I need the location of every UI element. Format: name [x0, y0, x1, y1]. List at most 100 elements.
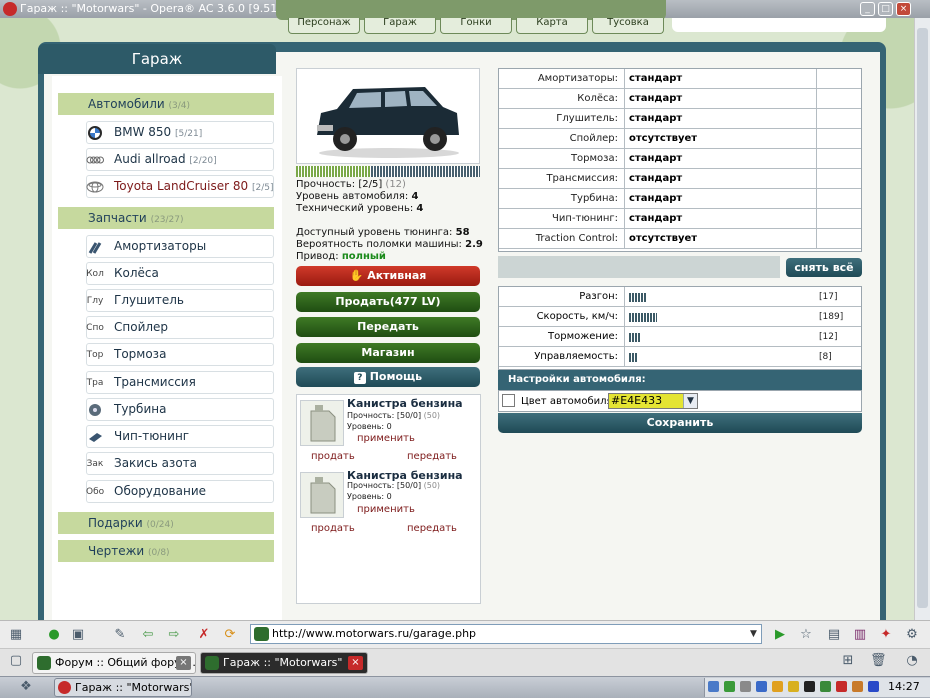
- nav-races[interactable]: Гонки: [440, 18, 512, 34]
- part-name: Амортизаторы:: [499, 69, 625, 89]
- print-icon[interactable]: ▥: [852, 627, 868, 643]
- parts-slot-bar: [498, 256, 780, 278]
- performance-row: Управляемость: [8]: [499, 347, 861, 367]
- nav-map[interactable]: Карта: [516, 18, 588, 34]
- tray-icon[interactable]: [756, 681, 767, 692]
- sidebar-part-chip[interactable]: Чип-тюнинг: [86, 425, 274, 448]
- part-name: Трансмиссия:: [499, 169, 625, 189]
- color-select[interactable]: #E4E433 ▼: [608, 393, 698, 409]
- close-tab-icon[interactable]: ×: [348, 656, 363, 670]
- top-navigation: [276, 0, 666, 20]
- address-dropdown-icon[interactable]: ▼: [746, 625, 761, 643]
- tray-icon[interactable]: [788, 681, 799, 692]
- notes-icon[interactable]: ▤: [826, 627, 842, 643]
- go-icon[interactable]: ▶: [772, 627, 788, 643]
- tab-forum[interactable]: Форум :: Общий форум ... ×: [32, 652, 196, 674]
- nav-party[interactable]: Тусовка: [592, 18, 664, 34]
- nav-garage[interactable]: Гараж: [364, 18, 436, 34]
- save-button[interactable]: Сохранить: [498, 413, 862, 433]
- sidebar-head-drawings[interactable]: Чертежи (0/8): [58, 540, 274, 562]
- pin-icon[interactable]: ✦: [878, 627, 894, 643]
- part-row: Тормоза: стандарт: [499, 149, 861, 169]
- item-give-link[interactable]: передать: [407, 523, 457, 534]
- apply-link[interactable]: применить: [357, 433, 415, 444]
- part-value[interactable]: отсутствует: [627, 129, 817, 149]
- tray-icon[interactable]: [772, 681, 783, 692]
- apply-link[interactable]: применить: [357, 504, 415, 515]
- sidebar-part-nitro[interactable]: Зак Закись азота: [86, 452, 274, 475]
- new-tab-icon[interactable]: ▢: [8, 653, 24, 669]
- trash-icon[interactable]: 🗑: [870, 653, 887, 669]
- sidebar-part-transmission[interactable]: Тра Трансмиссия: [86, 371, 274, 394]
- panels-icon[interactable]: ▦: [8, 627, 24, 643]
- sidebar-part-turbine[interactable]: Турбина: [86, 398, 274, 421]
- sidebar-head-cars[interactable]: Автомобили (3/4): [58, 93, 274, 115]
- inventory-item: Канистра бензина Прочность: [50/0] (50) …: [297, 467, 480, 539]
- stop-icon[interactable]: ✗: [196, 627, 212, 643]
- installed-parts-table: Амортизаторы: стандарт Колёса: стандарт Глуш…: [498, 68, 862, 252]
- tray-icon[interactable]: [724, 681, 735, 692]
- tray-icon[interactable]: [804, 681, 815, 692]
- tray-icon[interactable]: [708, 681, 719, 692]
- speed-dial-icon[interactable]: ◔: [904, 653, 920, 669]
- color-checkbox[interactable]: [502, 394, 515, 407]
- part-row: Колёса: стандарт: [499, 89, 861, 109]
- sidebar-part-spoiler[interactable]: Спо Спойлер: [86, 316, 274, 339]
- part-value[interactable]: отсутствует: [627, 229, 817, 249]
- settings-icon[interactable]: ⚙: [904, 627, 920, 643]
- sidebar-part-equipment[interactable]: Обо Оборудование: [86, 480, 274, 503]
- reload-icon[interactable]: ⟳: [222, 627, 238, 643]
- page-scrollbar[interactable]: [914, 18, 930, 620]
- item-sell-link[interactable]: продать: [311, 523, 355, 534]
- sidebar-part-shocks[interactable]: Амортизаторы: [86, 235, 274, 258]
- image-icon[interactable]: ▣: [70, 627, 86, 643]
- part-name: Колёса:: [499, 89, 625, 109]
- bookmark-star-icon[interactable]: ☆: [798, 627, 814, 643]
- part-value[interactable]: стандарт: [627, 109, 817, 129]
- sidebar-car-toyota[interactable]: Toyota LandCruiser 80 [2/5]: [86, 175, 274, 198]
- pen-icon[interactable]: ✎: [112, 627, 128, 643]
- close-window-button[interactable]: ×: [896, 2, 911, 16]
- tray-icon[interactable]: [740, 681, 751, 692]
- nav-character[interactable]: Персонаж: [288, 18, 360, 34]
- sidebar-head-gifts[interactable]: Подарки (0/24): [58, 512, 274, 534]
- sell-car-button[interactable]: Продать(477 LV): [296, 292, 480, 312]
- maximize-button[interactable]: □: [878, 2, 893, 16]
- address-text[interactable]: http://www.motorwars.ru/garage.php: [272, 627, 476, 640]
- start-icon[interactable]: ❖: [18, 679, 34, 695]
- part-value[interactable]: стандарт: [627, 69, 817, 89]
- part-value[interactable]: стандарт: [627, 169, 817, 189]
- part-value[interactable]: стандарт: [627, 209, 817, 229]
- shop-button[interactable]: Магазин: [296, 343, 480, 363]
- part-value[interactable]: стандарт: [627, 89, 817, 109]
- minimize-button[interactable]: _: [860, 2, 875, 16]
- chip-icon: [86, 429, 104, 445]
- back-icon[interactable]: ⇦: [140, 627, 156, 643]
- item-give-link[interactable]: передать: [407, 451, 457, 462]
- sidebar-part-muffler[interactable]: Глу Глушитель: [86, 289, 274, 312]
- tray-icon[interactable]: [868, 681, 879, 692]
- part-value[interactable]: стандарт: [627, 189, 817, 209]
- help-button[interactable]: ? Помощь: [296, 367, 480, 387]
- sidebar-part-wheels[interactable]: Кол Колёса: [86, 262, 274, 285]
- tab-tools-icon[interactable]: ⊞: [840, 653, 856, 669]
- spoiler-icon: Спо: [86, 323, 104, 333]
- item-sell-link[interactable]: продать: [311, 451, 355, 462]
- sidebar-car-audi[interactable]: Audi allroad [2/20]: [86, 148, 274, 171]
- forward-icon[interactable]: ⇨: [166, 627, 182, 643]
- sidebar-part-brakes[interactable]: Тор Тормоза: [86, 343, 274, 366]
- active-button[interactable]: ✋ Активная: [296, 266, 480, 286]
- taskbar-opera-window[interactable]: Гараж :: "Motorwars" ...: [54, 678, 192, 697]
- sidebar-car-bmw[interactable]: BMW 850 [5/21]: [86, 121, 274, 144]
- tray-icon[interactable]: [852, 681, 863, 692]
- opera-icon: [58, 681, 71, 694]
- sidebar-head-parts[interactable]: Запчасти (23/27): [58, 207, 274, 229]
- remove-all-button[interactable]: снять всё: [786, 258, 862, 277]
- tray-icon[interactable]: [820, 681, 831, 692]
- transfer-car-button[interactable]: Передать: [296, 317, 480, 337]
- close-tab-icon[interactable]: ×: [176, 656, 191, 670]
- tab-garage[interactable]: Гараж :: "Motorwars" ×: [200, 652, 368, 674]
- part-value[interactable]: стандарт: [627, 149, 817, 169]
- performance-name: Разгон:: [499, 287, 625, 307]
- tray-icon[interactable]: [836, 681, 847, 692]
